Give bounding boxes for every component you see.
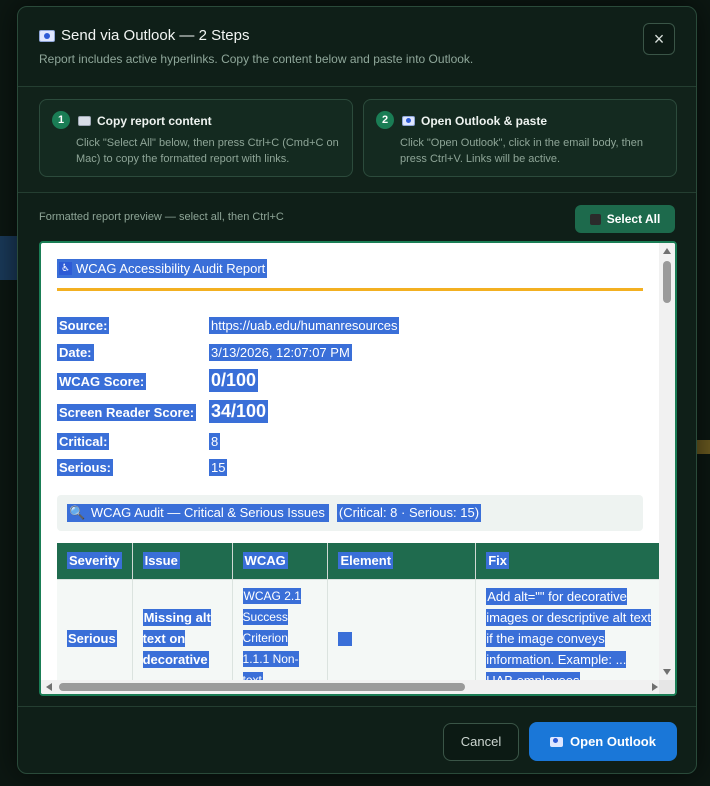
scrollbar-corner [659,680,675,694]
audit-heading: 🔍 WCAG Audit — Critical & Serious Issues… [57,495,643,531]
close-button[interactable]: × [643,23,675,55]
table-header-row: Severity Issue WCAG Element Fix [57,543,663,579]
cell-severity: Serious [57,578,133,680]
cell-wcag: WCAG 2.1 Success Criterion 1.1.1 Non-tex… [232,578,329,680]
audit-heading-counts: (Critical: 8 · Serious: 15) [336,504,482,522]
outlook-icon [402,116,415,126]
modal-title: Send via Outlook — 2 Steps [39,27,249,44]
step-title: Open Outlook & paste [402,114,547,128]
report-title-text: WCAG Accessibility Audit Report [76,261,266,276]
cell-text: Missing alt text on decorative [142,608,211,668]
scroll-down-arrow-icon[interactable] [663,669,671,675]
meta-value-date: 3/13/2026, 12:07:07 PM [209,344,352,361]
scroll-up-arrow-icon[interactable] [663,248,671,254]
column-header-label: WCAG [242,552,288,570]
column-header-issue: Issue [132,543,233,579]
cell-fix: Add alt="" for decorative images or desc… [475,578,663,680]
meta-label-date: Date: [57,344,94,361]
column-header-label: Issue [142,552,180,570]
steps-section: 1 Copy report content Click "Select All"… [18,87,696,193]
preview-hint: Formatted report preview — select all, t… [39,211,284,223]
select-all-label: Select All [606,212,661,226]
background-panel-right [697,440,710,454]
meta-value-wcag-score: 0/100 [209,369,259,392]
cancel-button[interactable]: Cancel [443,723,519,761]
audit-heading-text: 🔍 WCAG Audit — Critical & Serious Issues… [67,504,482,522]
step-title-text: Copy report content [97,114,212,128]
meta-label-wcag-score: WCAG Score: [57,373,147,390]
modal-header: Send via Outlook — 2 Steps Report includ… [18,7,696,87]
audit-heading-title: 🔍 WCAG Audit — Critical & Serious Issues [67,504,329,522]
vertical-scroll-thumb[interactable] [663,261,671,303]
column-header-wcag: WCAG [232,543,329,579]
title-rule [57,288,643,291]
meta-label-critical: Critical: [57,433,110,450]
step-number: 2 [376,111,394,129]
horizontal-scroll-thumb[interactable] [59,683,465,691]
report-preview[interactable]: ♿ WCAG Accessibility Audit Report Source… [39,241,677,696]
select-all-icon [589,213,601,225]
table-row: Serious Missing alt text on decorative W… [57,578,663,680]
meta-value-screen-reader: 34/100 [209,400,269,423]
column-header-severity: Severity [57,543,133,579]
step-2-card: 2 Open Outlook & paste Click "Open Outlo… [363,99,677,177]
meta-label-screen-reader: Screen Reader Score: [57,404,197,421]
open-outlook-label: Open Outlook [570,734,656,749]
step-number: 1 [52,111,70,129]
meta-value-critical: 8 [209,433,221,450]
scroll-left-arrow-icon[interactable] [46,683,52,691]
report-title: ♿ WCAG Accessibility Audit Report [57,259,268,278]
cell-issue: Missing alt text on decorative [132,578,233,680]
scroll-right-arrow-icon[interactable] [652,683,658,691]
horizontal-scrollbar[interactable] [41,680,663,694]
meta-value-serious: 15 [209,459,228,476]
open-outlook-button[interactable]: Open Outlook [529,722,677,761]
outlook-icon [550,736,564,747]
element-thumbnail [338,631,353,646]
cell-element [327,578,477,680]
report-preview-content[interactable]: ♿ WCAG Accessibility Audit Report Source… [41,243,663,680]
issues-table: Severity Issue WCAG Element Fix Serious … [57,543,663,680]
clipboard-icon [78,116,91,126]
cell-text: Serious [67,629,117,647]
modal-title-text: Send via Outlook — 2 Steps [61,27,250,44]
outlook-icon [39,29,55,42]
cell-text: Add alt="" for decorative images or desc… [486,587,651,680]
modal-subtitle: Report includes active hyperlinks. Copy … [39,52,474,66]
step-title: Copy report content [78,114,212,128]
cell-text: WCAG 2.1 Success Criterion 1.1.1 Non-tex… [242,587,301,680]
close-icon: × [653,29,665,49]
step-title-text: Open Outlook & paste [421,114,548,128]
column-header-label: Fix [486,552,510,570]
column-header-element: Element [327,543,477,579]
accessibility-icon: ♿ [59,262,72,275]
meta-label-source: Source: [57,317,110,334]
column-header-label: Element [338,552,394,570]
select-all-button[interactable]: Select All [575,205,675,233]
modal-footer: Cancel Open Outlook [18,706,696,773]
background-panel [0,236,17,280]
audit-heading-label: WCAG Audit — Critical & Serious Issues [90,505,325,520]
vertical-scrollbar[interactable] [659,243,675,680]
step-description: Click "Open Outlook", click in the email… [400,137,643,165]
step-1-card: 1 Copy report content Click "Select All"… [39,99,353,177]
column-header-fix: Fix [475,543,663,579]
column-header-label: Severity [67,552,122,570]
meta-label-serious: Serious: [57,459,114,476]
send-via-outlook-modal: Send via Outlook — 2 Steps Report includ… [17,6,697,774]
meta-value-source[interactable]: https://uab.edu/humanresources [209,317,400,334]
step-description: Click "Select All" below, then press Ctr… [76,137,339,165]
